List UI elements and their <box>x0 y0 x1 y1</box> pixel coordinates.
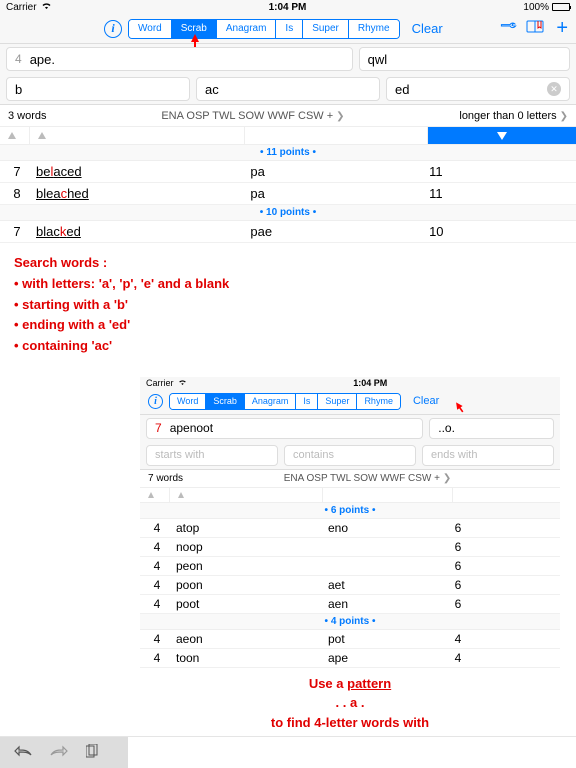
clear-field-icon[interactable]: ✕ <box>547 82 561 96</box>
sort-col-length[interactable] <box>0 127 30 144</box>
sort-header <box>0 127 576 145</box>
points-header-11: • 11 points • <box>0 145 576 161</box>
inset-screenshot: Carrier 1:04 PM i Word Scrab Anagram Is … <box>140 377 560 768</box>
pattern-value: ..o. <box>438 421 455 435</box>
search-area: 4 ape. qwl b ac ed ✕ <box>0 44 576 105</box>
contains-input[interactable]: ac <box>196 77 380 101</box>
pattern-input[interactable]: ..o. <box>429 418 554 439</box>
sort-col-word[interactable] <box>170 488 323 502</box>
tab-anagram[interactable]: Anagram <box>245 394 297 409</box>
sort-col-length[interactable] <box>140 488 170 502</box>
mode-segmented-control[interactable]: Word Scrab Anagram Is Super Rhyme <box>128 19 400 39</box>
redo-icon[interactable] <box>50 744 68 761</box>
sort-col-word[interactable] <box>30 127 245 144</box>
word-count-label: 7 words <box>148 473 183 484</box>
tab-scrab[interactable]: Scrab <box>206 394 245 409</box>
results-info-bar: 3 words ENA OSP TWL SOW WWF CSW +❯ longe… <box>0 105 576 127</box>
carrier-label: Carrier <box>6 2 37 13</box>
status-time: 1:04 PM <box>52 2 524 13</box>
letter-count: 4 <box>15 52 22 66</box>
battery-icon <box>552 3 570 11</box>
word-count-label: 3 words <box>8 110 47 122</box>
copy-icon[interactable] <box>86 744 98 762</box>
ends-value: ed <box>395 82 409 97</box>
mode-segmented-control[interactable]: Word Scrab Anagram Is Super Rhyme <box>169 393 401 410</box>
points-header-10: • 10 points • <box>0 205 576 221</box>
annotation-text: Search words : • with letters: 'a', 'p',… <box>0 243 576 377</box>
letters-input[interactable]: 7 apenoot <box>146 418 423 439</box>
tab-rhyme[interactable]: Rhyme <box>349 20 399 38</box>
tab-is[interactable]: Is <box>296 394 318 409</box>
letters-value: ape. <box>30 52 55 67</box>
ends-with-input[interactable]: ed ✕ <box>386 77 570 101</box>
tab-is[interactable]: Is <box>276 20 303 38</box>
starts-with-input[interactable]: b <box>6 77 190 101</box>
table-row: 4noop6 <box>140 538 560 557</box>
table-row: 8bleachedpa11 <box>0 183 576 205</box>
dictionaries-button[interactable]: ENA OSP TWL SOW WWF CSW +❯ <box>47 110 460 122</box>
undo-icon[interactable] <box>14 744 32 761</box>
pattern-input[interactable]: qwl <box>359 47 570 71</box>
status-time: 1:04 PM <box>187 378 554 388</box>
contains-value: ac <box>205 82 219 97</box>
letter-count: 7 <box>155 421 162 435</box>
starts-with-input[interactable]: starts with <box>146 445 278 466</box>
contains-input[interactable]: contains <box>284 445 416 466</box>
letters-value: apenoot <box>170 421 213 435</box>
table-row: 4pootaen6 <box>140 595 560 614</box>
wifi-icon <box>178 378 187 388</box>
starts-value: b <box>15 82 22 97</box>
info-icon[interactable]: i <box>148 394 163 409</box>
points-header-6: • 6 points • <box>140 503 560 519</box>
sort-col-rest[interactable] <box>323 488 453 502</box>
tab-rhyme[interactable]: Rhyme <box>357 394 400 409</box>
table-row: 4aeonpot4 <box>140 630 560 649</box>
dictionaries-button[interactable]: ENA OSP TWL SOW WWF CSW +❯ <box>183 473 552 484</box>
tab-word[interactable]: Word <box>170 394 206 409</box>
table-row: 4atopeno6 <box>140 519 560 538</box>
add-button[interactable]: + <box>556 17 568 40</box>
table-row: 4toonape4 <box>140 649 560 668</box>
sort-col-points[interactable] <box>453 488 560 502</box>
wifi-icon <box>41 2 52 13</box>
ends-with-input[interactable]: ends with <box>422 445 554 466</box>
table-row: 4peon6 <box>140 557 560 576</box>
tab-word[interactable]: Word <box>129 20 172 38</box>
tab-super[interactable]: Super <box>303 20 349 38</box>
status-bar: Carrier 1:04 PM 100% <box>0 0 576 14</box>
main-toolbar: i Word Scrab Anagram Is Super Rhyme Clea… <box>0 14 576 44</box>
length-filter-button[interactable]: longer than 0 letters❯ <box>459 110 568 122</box>
letters-input[interactable]: 4 ape. <box>6 47 353 71</box>
sort-col-points[interactable] <box>428 127 576 144</box>
battery-pct: 100% <box>523 2 549 13</box>
wrench-icon[interactable] <box>493 15 519 41</box>
tab-super[interactable]: Super <box>318 394 357 409</box>
pattern-value: qwl <box>368 52 388 67</box>
table-row: 7belacedpa11 <box>0 161 576 183</box>
table-row: 7blackedpae10 <box>0 221 576 243</box>
sort-col-rest[interactable] <box>245 127 427 144</box>
bookmark-icon[interactable] <box>526 19 544 38</box>
carrier-label: Carrier <box>146 378 174 388</box>
info-icon[interactable]: i <box>104 20 122 38</box>
clear-button[interactable]: Clear <box>412 21 443 36</box>
points-header-4: • 4 points • <box>140 614 560 630</box>
clear-button[interactable]: Clear <box>413 395 439 407</box>
table-row: 4poonaet6 <box>140 576 560 595</box>
tab-anagram[interactable]: Anagram <box>217 20 277 38</box>
bottom-toolbar <box>0 736 576 768</box>
